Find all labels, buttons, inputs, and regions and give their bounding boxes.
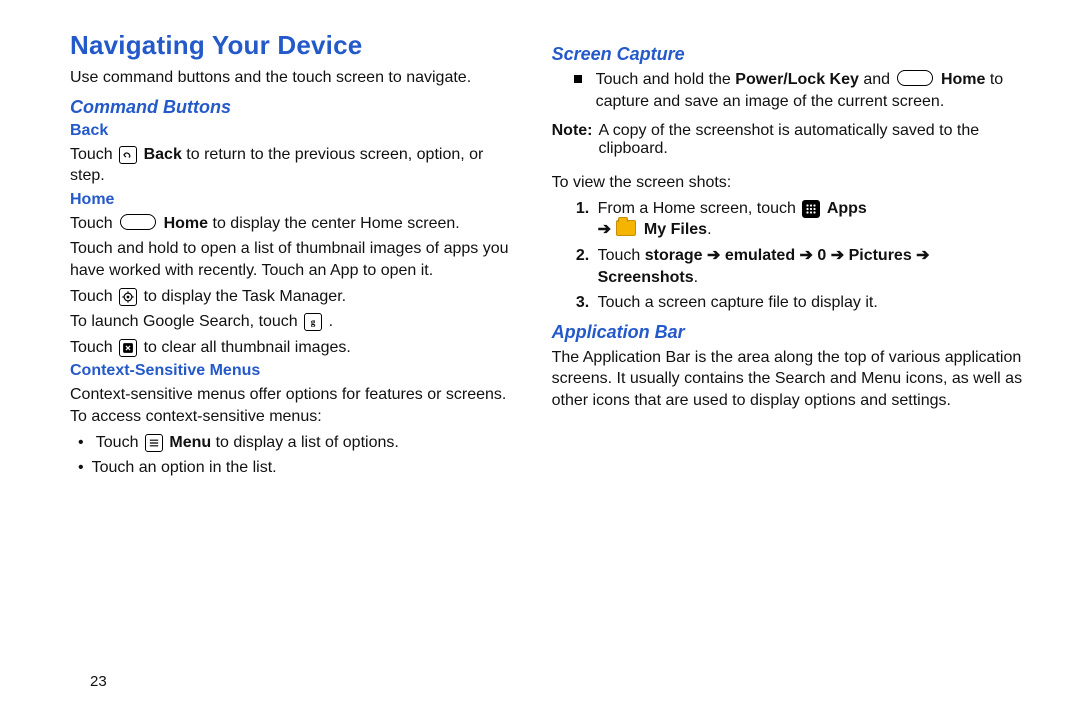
label-home: Home <box>941 71 985 88</box>
section-command-buttons: Command Buttons <box>70 97 512 118</box>
step-1: From a Home screen, touch Apps <box>594 198 1030 241</box>
section-screen-capture: Screen Capture <box>552 44 1030 65</box>
text: Touch <box>70 288 117 305</box>
sub-context-menus: Context-Sensitive Menus <box>70 362 512 380</box>
ctx-desc: Context-sensitive menus offer options fo… <box>70 384 512 427</box>
apps-grid-icon <box>802 200 820 218</box>
text: . <box>707 221 711 238</box>
home-button-icon <box>120 214 156 230</box>
text: to display the Task Manager. <box>144 288 347 305</box>
label-back: Back <box>144 146 182 163</box>
ctx-bullet-1: Touch Menu to display a list of options. <box>78 432 512 454</box>
home-desc-2: Touch and hold to open a list of thumbna… <box>70 238 512 281</box>
path-storage: storage ➔ emulated ➔ 0 ➔ Pictures ➔ Scre… <box>598 247 930 286</box>
text: Touch <box>70 146 117 163</box>
step-3: Touch a screen capture file to display i… <box>594 292 1030 314</box>
folder-icon <box>616 220 636 236</box>
left-column: Navigating Your Device Use command butto… <box>70 30 512 700</box>
text: From a Home screen, touch <box>598 200 801 217</box>
back-desc: Touch Back to return to the previous scr… <box>70 144 512 187</box>
text: to display a list of options. <box>216 434 399 451</box>
home-clear: Touch to clear all thumbnail images. <box>70 337 512 359</box>
intro-text: Use command buttons and the touch screen… <box>70 67 512 89</box>
label-home: Home <box>164 215 208 232</box>
home-desc-1: Touch Home to display the center Home sc… <box>70 213 512 235</box>
svg-text:g: g <box>311 317 316 327</box>
home-google: To launch Google Search, touch g . <box>70 311 512 333</box>
label-powerlock: Power/Lock Key <box>735 71 859 88</box>
appbar-desc: The Application Bar is the area along th… <box>552 347 1030 412</box>
ctx-bullets: Touch Menu to display a list of options.… <box>70 432 512 479</box>
note-body: A copy of the screenshot is automaticall… <box>599 122 1031 158</box>
view-screenshots-steps: From a Home screen, touch Apps <box>574 198 1030 314</box>
menu-icon <box>145 434 163 452</box>
screencap-step: Touch and hold the Power/Lock Key and Ho… <box>574 69 1030 112</box>
sub-back: Back <box>70 122 512 140</box>
text: Touch <box>70 339 117 356</box>
step-2: Touch storage ➔ emulated ➔ 0 ➔ Pictures … <box>594 245 1030 288</box>
task-manager-icon <box>119 288 137 306</box>
section-app-bar: Application Bar <box>552 322 1030 343</box>
page-number: 23 <box>90 673 107 690</box>
arrow-icon: ➔ <box>598 221 611 238</box>
label-apps: Apps <box>827 200 867 217</box>
right-column: Screen Capture Touch and hold the Power/… <box>552 30 1030 700</box>
note: Note: A copy of the screenshot is automa… <box>552 122 1030 158</box>
text: Touch <box>70 215 117 232</box>
page-title: Navigating Your Device <box>70 30 512 61</box>
back-arrow-icon <box>119 146 137 164</box>
ctx-bullet-2: Touch an option in the list. <box>78 457 512 479</box>
home-taskmgr: Touch to display the Task Manager. <box>70 286 512 308</box>
view-screenshots-intro: To view the screen shots: <box>552 172 1030 194</box>
note-label: Note: <box>552 122 593 158</box>
text: Touch <box>96 434 143 451</box>
text: To launch Google Search, touch <box>70 313 302 330</box>
text: and <box>863 71 894 88</box>
home-button-icon <box>897 70 933 86</box>
text: . <box>694 269 698 286</box>
label-menu: Menu <box>169 434 211 451</box>
manual-page: Navigating Your Device Use command butto… <box>0 0 1080 720</box>
text: . <box>329 313 333 330</box>
sub-home: Home <box>70 191 512 209</box>
text: to display the center Home screen. <box>213 215 460 232</box>
google-g-icon: g <box>304 313 322 331</box>
text: Touch and hold the <box>596 71 736 88</box>
clear-x-icon <box>119 339 137 357</box>
text: Touch <box>598 247 645 264</box>
label-myfiles: My Files <box>644 221 707 238</box>
text: to clear all thumbnail images. <box>144 339 351 356</box>
screencap-square-list: Touch and hold the Power/Lock Key and Ho… <box>574 69 1030 112</box>
